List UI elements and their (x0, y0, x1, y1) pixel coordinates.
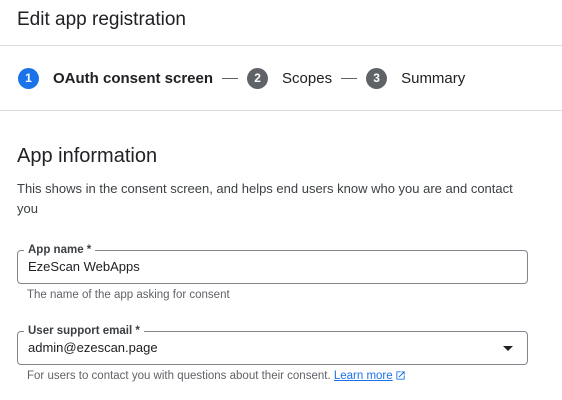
user-support-email-label: User support email * (24, 324, 144, 338)
step-number-badge: 1 (18, 67, 39, 89)
step-number-badge: 2 (247, 67, 269, 89)
step-oauth-consent-screen[interactable]: 1 OAuth consent screen (18, 67, 214, 89)
section-title: App information (17, 145, 158, 167)
step-scopes[interactable]: 2 Scopes (247, 67, 333, 89)
app-name-hint: The name of the app asking for consent (27, 289, 230, 301)
header-divider (0, 45, 562, 46)
step-separator (222, 77, 239, 79)
user-support-email-value: admin@ezescan.page (28, 340, 158, 355)
step-label: Scopes (282, 69, 333, 87)
stepper: 1 OAuth consent screen 2 Scopes 3 Summar… (18, 66, 465, 90)
user-support-email-hint-text: For users to contact you with questions … (27, 370, 331, 382)
step-separator (341, 77, 358, 79)
app-name-field[interactable]: App name * EzeScan WebApps (17, 243, 528, 284)
learn-more-link[interactable]: Learn more (334, 370, 406, 382)
page-title: Edit app registration (17, 9, 186, 30)
learn-more-label: Learn more (333, 370, 393, 382)
external-link-icon (396, 371, 405, 380)
app-name-label: App name * (24, 243, 96, 257)
step-label: Summary (401, 69, 466, 87)
app-name-value: EzeScan WebApps (28, 259, 140, 274)
step-summary[interactable]: 3 Summary (366, 67, 466, 89)
step-number-badge: 3 (366, 67, 388, 89)
step-label: OAuth consent screen (53, 69, 214, 87)
stepper-divider (0, 110, 562, 111)
dropdown-arrow-icon[interactable] (503, 346, 513, 351)
user-support-email-hint: For users to contact you with questions … (27, 370, 406, 382)
section-description: This shows in the consent screen, and he… (17, 181, 513, 216)
user-support-email-select[interactable]: User support email * admin@ezescan.page (17, 324, 528, 365)
